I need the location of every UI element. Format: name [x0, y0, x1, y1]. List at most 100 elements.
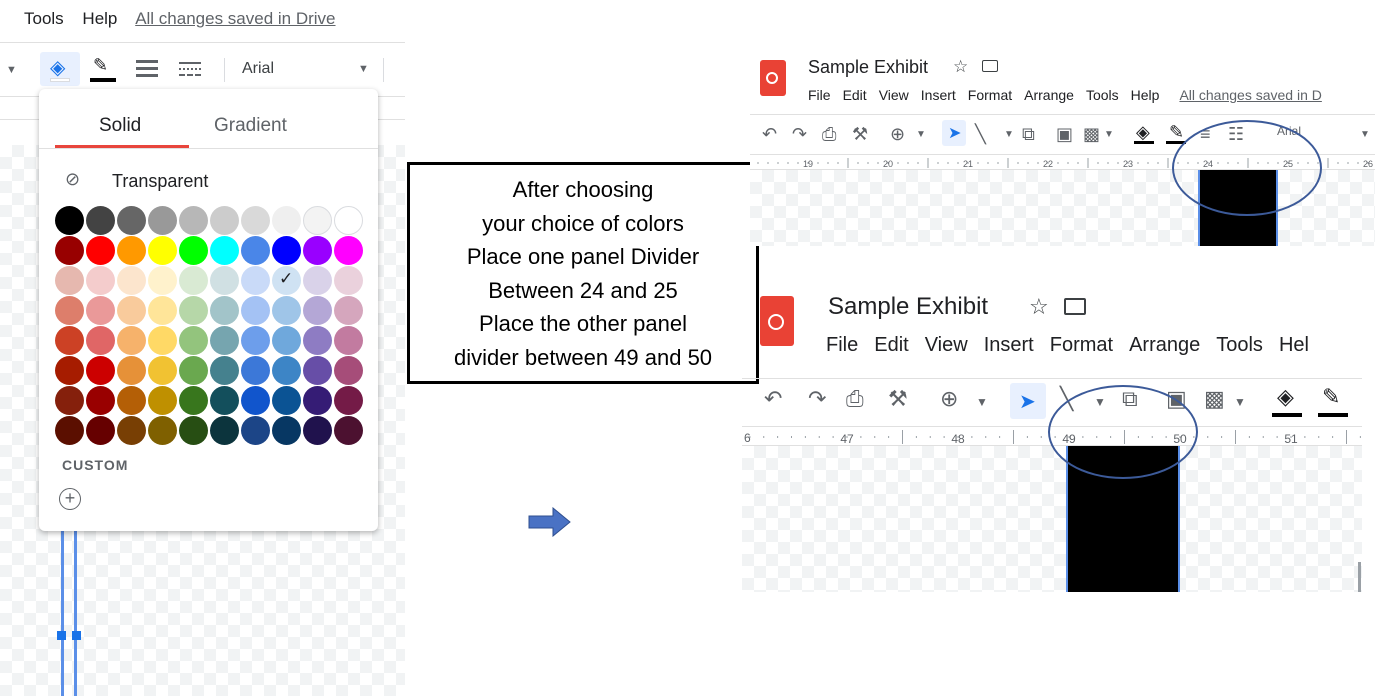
- color-swatch[interactable]: [148, 236, 177, 265]
- color-swatch[interactable]: [334, 326, 363, 355]
- fill-color-button[interactable]: ◈: [40, 52, 80, 86]
- zoom-dropdown-icon[interactable]: ▼: [976, 392, 988, 412]
- menu-format[interactable]: Format: [1050, 334, 1113, 356]
- color-swatch[interactable]: [303, 386, 332, 415]
- color-swatch[interactable]: [179, 296, 208, 325]
- zoom-icon[interactable]: ⊕: [890, 124, 905, 144]
- color-swatch[interactable]: [179, 266, 208, 295]
- menu-help[interactable]: Hel: [1279, 334, 1309, 356]
- color-swatch[interactable]: [334, 206, 363, 235]
- color-swatch[interactable]: ✓: [272, 266, 301, 295]
- resize-handle[interactable]: [72, 631, 81, 640]
- undo-icon[interactable]: ↶: [764, 388, 782, 410]
- color-swatch[interactable]: [86, 386, 115, 415]
- border-weight-icon[interactable]: [136, 60, 158, 78]
- color-swatch[interactable]: [117, 206, 146, 235]
- color-swatch[interactable]: [303, 416, 332, 445]
- color-swatch[interactable]: [272, 356, 301, 385]
- color-swatch[interactable]: [210, 266, 239, 295]
- menu-insert[interactable]: Insert: [984, 334, 1034, 356]
- print-icon[interactable]: ⎙: [822, 124, 836, 144]
- color-swatch[interactable]: [241, 326, 270, 355]
- color-swatch[interactable]: [272, 206, 301, 235]
- color-swatch[interactable]: [148, 206, 177, 235]
- undo-icon[interactable]: ↶: [762, 124, 777, 144]
- color-swatch[interactable]: [86, 326, 115, 355]
- color-swatch[interactable]: [179, 326, 208, 355]
- menu-insert[interactable]: Insert: [921, 87, 956, 103]
- color-swatch[interactable]: [210, 206, 239, 235]
- color-swatch[interactable]: [148, 266, 177, 295]
- color-swatch[interactable]: [303, 236, 332, 265]
- chevron-down-icon[interactable]: ▼: [6, 60, 17, 80]
- tab-gradient[interactable]: Gradient: [214, 115, 287, 137]
- image-icon[interactable]: ▩: [1083, 124, 1100, 144]
- color-swatch[interactable]: [272, 386, 301, 415]
- color-swatch[interactable]: [148, 356, 177, 385]
- color-swatch[interactable]: [303, 356, 332, 385]
- menu-view[interactable]: View: [925, 334, 968, 356]
- select-tool-button[interactable]: ➤: [1010, 383, 1046, 419]
- redo-icon[interactable]: ↷: [792, 124, 807, 144]
- menu-file[interactable]: File: [826, 334, 858, 356]
- color-swatch[interactable]: [148, 326, 177, 355]
- color-swatch[interactable]: [55, 236, 84, 265]
- menu-file[interactable]: File: [808, 87, 831, 103]
- doc-title[interactable]: Sample Exhibit: [828, 293, 988, 321]
- move-folder-icon[interactable]: [982, 60, 998, 72]
- border-color-icon[interactable]: ✎: [1322, 386, 1340, 408]
- color-swatch[interactable]: [117, 236, 146, 265]
- color-swatch[interactable]: [148, 386, 177, 415]
- color-swatch[interactable]: [117, 386, 146, 415]
- color-swatch[interactable]: [179, 356, 208, 385]
- color-swatch[interactable]: [241, 206, 270, 235]
- image-icon[interactable]: ▩: [1204, 388, 1225, 410]
- color-swatch[interactable]: [117, 266, 146, 295]
- saved-status-link[interactable]: All changes saved in D: [1179, 87, 1321, 103]
- color-swatch[interactable]: [334, 266, 363, 295]
- color-swatch[interactable]: [179, 386, 208, 415]
- color-swatch[interactable]: [334, 386, 363, 415]
- color-swatch[interactable]: [210, 386, 239, 415]
- color-swatch[interactable]: [117, 416, 146, 445]
- color-swatch[interactable]: [117, 326, 146, 355]
- border-dash-icon[interactable]: [179, 62, 201, 76]
- color-swatch[interactable]: [334, 296, 363, 325]
- color-swatch[interactable]: [241, 236, 270, 265]
- color-swatch[interactable]: [303, 326, 332, 355]
- menu-tools[interactable]: Tools: [1216, 334, 1263, 356]
- star-icon[interactable]: ☆: [1029, 294, 1049, 320]
- color-swatch[interactable]: [86, 236, 115, 265]
- color-swatch[interactable]: [55, 356, 84, 385]
- color-swatch[interactable]: [55, 416, 84, 445]
- color-swatch[interactable]: [241, 296, 270, 325]
- color-swatch[interactable]: [117, 356, 146, 385]
- line-tool-icon[interactable]: ╲: [975, 124, 986, 144]
- menu-help[interactable]: Help: [82, 9, 117, 28]
- color-swatch[interactable]: [272, 416, 301, 445]
- color-swatch[interactable]: [241, 416, 270, 445]
- border-color-button[interactable]: ✎: [86, 52, 120, 86]
- color-swatch[interactable]: [148, 296, 177, 325]
- saved-status-link[interactable]: All changes saved in Drive: [135, 9, 335, 28]
- menu-arrange[interactable]: Arrange: [1129, 334, 1200, 356]
- color-swatch[interactable]: [241, 356, 270, 385]
- color-swatch[interactable]: [55, 296, 84, 325]
- color-swatch[interactable]: [86, 206, 115, 235]
- color-swatch[interactable]: [179, 416, 208, 445]
- resize-handle[interactable]: [57, 631, 66, 640]
- image-dropdown-icon[interactable]: ▼: [1104, 125, 1114, 145]
- color-swatch[interactable]: [210, 296, 239, 325]
- color-swatch[interactable]: [179, 206, 208, 235]
- menu-view[interactable]: View: [879, 87, 909, 103]
- color-swatch[interactable]: [272, 326, 301, 355]
- fill-color-icon[interactable]: ◈: [1277, 386, 1294, 408]
- line-dropdown-icon[interactable]: ▼: [1004, 125, 1014, 145]
- move-folder-icon[interactable]: [1064, 298, 1086, 315]
- color-swatch[interactable]: [272, 236, 301, 265]
- color-swatch[interactable]: [210, 356, 239, 385]
- menu-format[interactable]: Format: [968, 87, 1012, 103]
- fill-color-icon[interactable]: ◈: [1136, 122, 1150, 142]
- color-swatch[interactable]: [272, 296, 301, 325]
- select-tool-button[interactable]: ➤: [942, 120, 966, 146]
